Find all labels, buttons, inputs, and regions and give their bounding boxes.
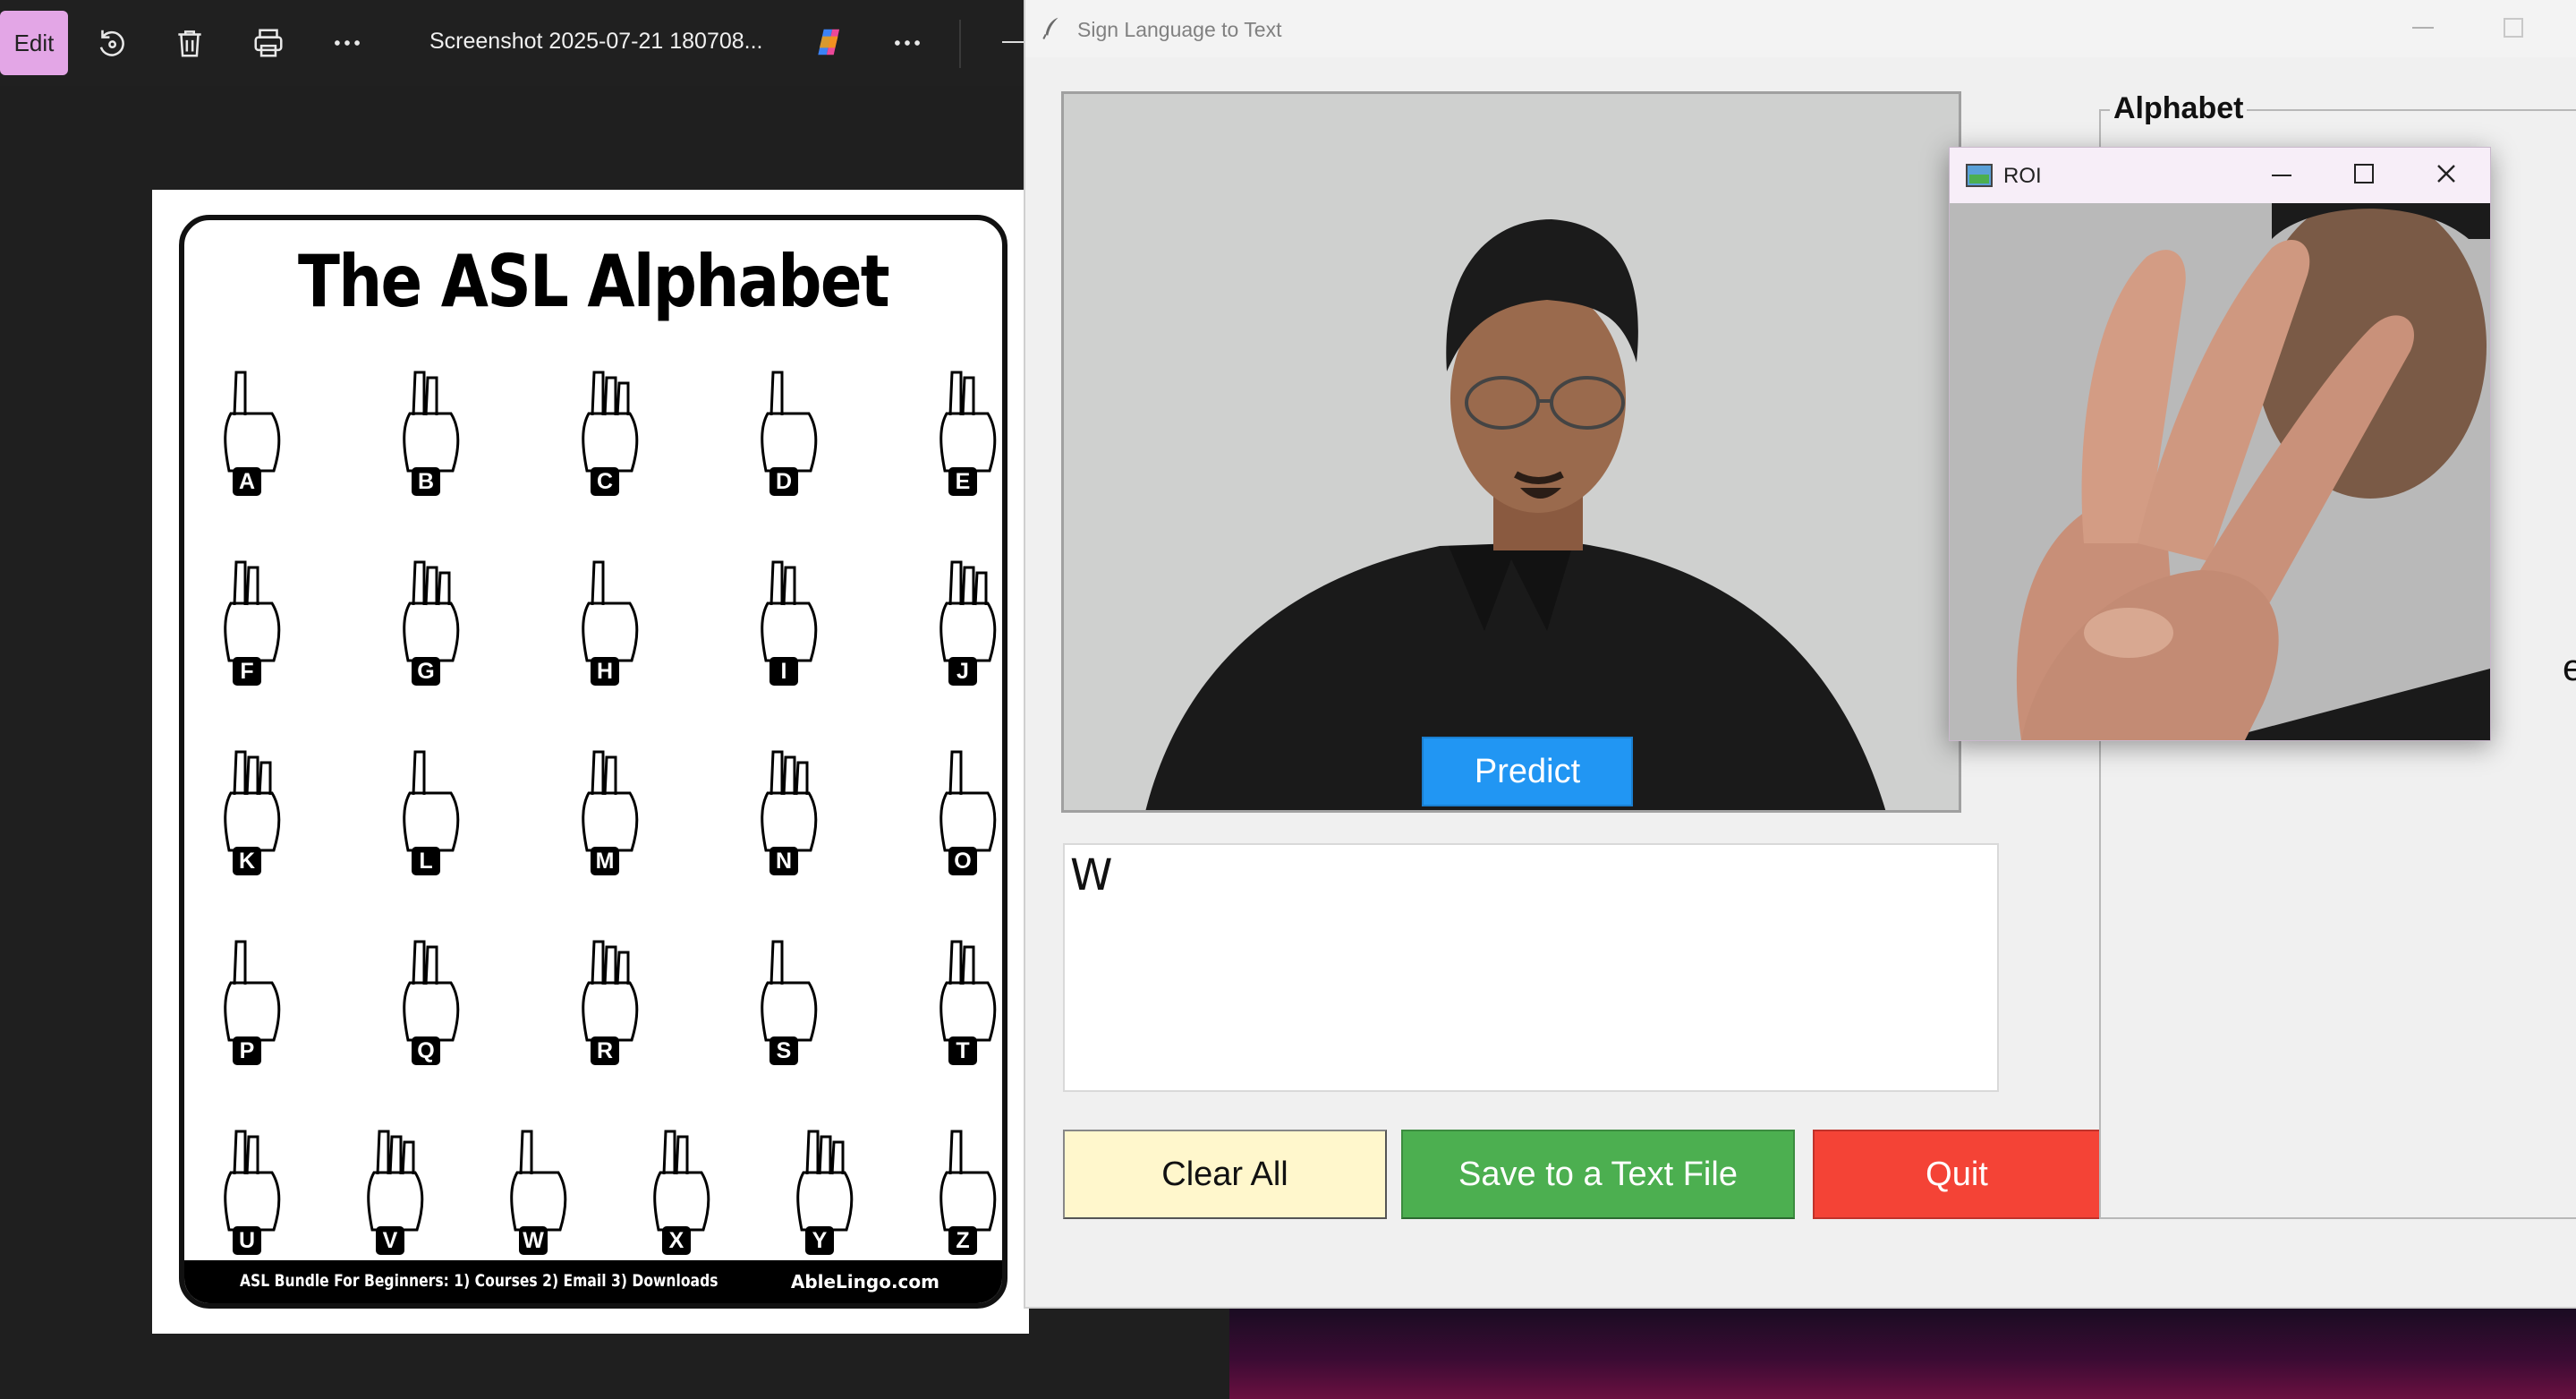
asl-letter-label: K [233, 847, 261, 875]
roi-maximize-icon[interactable] [2354, 164, 2374, 183]
asl-sign-r: R [560, 924, 659, 1067]
roi-window: ROI [1949, 147, 2491, 741]
asl-sign-b: B [381, 354, 480, 498]
more-icon[interactable] [326, 21, 369, 64]
asl-letter-label: X [662, 1226, 691, 1255]
predict-button[interactable]: Predict [1422, 737, 1633, 806]
asl-letter-label: S [769, 1036, 798, 1065]
asl-sign-o: O [918, 734, 1002, 877]
clear-all-button[interactable]: Clear All [1063, 1130, 1387, 1219]
asl-letter-label: U [233, 1226, 261, 1255]
asl-sign-e: E [918, 354, 1002, 498]
asl-letter-label: L [412, 847, 440, 875]
asl-letter-label: T [948, 1036, 977, 1065]
asl-letter-label: M [591, 847, 619, 875]
asl-sign-q: Q [381, 924, 480, 1067]
print-icon[interactable] [247, 21, 290, 64]
asl-sign-t: T [918, 924, 1002, 1067]
asl-letter-label: W [519, 1226, 548, 1255]
roi-hand-feed [1950, 203, 2490, 740]
footer-bundle-text: ASL Bundle For Beginners: 1) Courses 2) … [240, 1271, 718, 1291]
asl-letter-label: Q [412, 1036, 440, 1065]
asl-letter-label: E [948, 467, 977, 496]
asl-sign-w: W [489, 1113, 587, 1257]
viewer-toolbar: Edit Screenshot 2025-07-21 180708... [0, 0, 1038, 86]
trash-icon[interactable] [168, 21, 211, 64]
asl-sign-m: M [560, 734, 659, 877]
minimize-icon[interactable] [2412, 27, 2434, 29]
asl-letter-label: O [948, 847, 977, 875]
feather-icon [1042, 17, 1058, 39]
desktop-wallpaper [1229, 1309, 2576, 1399]
roi-titlebar: ROI [1950, 148, 2490, 203]
roi-close-icon[interactable] [2433, 160, 2460, 187]
asl-sign-u: U [202, 1113, 301, 1257]
footer-site-text: AbleLingo.com [790, 1271, 939, 1292]
quit-button[interactable]: Quit [1813, 1130, 2101, 1219]
maximize-icon[interactable] [2504, 18, 2523, 38]
viewer-file-title: Screenshot 2025-07-21 180708... [429, 29, 763, 54]
rotate-icon[interactable] [89, 21, 132, 64]
asl-sign-k: K [202, 734, 301, 877]
asl-sign-l: L [381, 734, 480, 877]
asl-letter-label: C [591, 467, 619, 496]
asl-sign-z: Z [918, 1113, 1002, 1257]
window-titlebar: Sign Language to Text [1025, 0, 2576, 57]
asl-sign-n: N [739, 734, 837, 877]
alphabet-text-fragment: e] [2563, 646, 2576, 688]
asl-letter-label: H [591, 657, 619, 686]
copilot-icon[interactable] [812, 25, 846, 59]
asl-chart-title: The ASL Alphabet [298, 240, 890, 323]
image-icon [1966, 164, 1993, 187]
asl-letter-label: B [412, 467, 440, 496]
asl-sign-a: A [202, 354, 301, 498]
asl-letter-label: D [769, 467, 798, 496]
asl-letter-label: V [376, 1226, 404, 1255]
asl-letter-label: P [233, 1036, 261, 1065]
asl-chart-image: The ASL Alphabet A B C D E F G H I J K L M N O P Q R S T U V W… [152, 190, 1029, 1334]
viewer-minimize-icon[interactable] [1002, 41, 1025, 43]
asl-sign-j: J [918, 544, 1002, 687]
asl-sign-g: G [381, 544, 480, 687]
asl-letter-label: F [233, 657, 261, 686]
asl-letter-label: Z [948, 1226, 977, 1255]
asl-sign-d: D [739, 354, 837, 498]
asl-sign-c: C [560, 354, 659, 498]
asl-letter-label: R [591, 1036, 619, 1065]
asl-letter-label: N [769, 847, 798, 875]
asl-letter-label: G [412, 657, 440, 686]
asl-letter-label: A [233, 467, 261, 496]
window-title: Sign Language to Text [1077, 18, 1282, 41]
asl-letter-label: Y [805, 1226, 834, 1255]
toolbar-separator [959, 20, 961, 68]
webcam-feed: Predict [1061, 91, 1961, 813]
asl-sign-h: H [560, 544, 659, 687]
prediction-textbox[interactable]: W [1063, 843, 1999, 1092]
roi-minimize-icon[interactable] [2272, 175, 2291, 176]
more-icon[interactable] [886, 21, 929, 64]
asl-sign-v: V [345, 1113, 444, 1257]
edit-button[interactable]: Edit [0, 11, 68, 75]
asl-sign-s: S [739, 924, 837, 1067]
asl-chart-frame: The ASL Alphabet A B C D E F G H I J K L M N O P Q R S T U V W… [179, 215, 1007, 1309]
webcam-person-image [1064, 94, 1959, 810]
asl-sign-y: Y [775, 1113, 873, 1257]
asl-sign-f: F [202, 544, 301, 687]
asl-letter-label: J [948, 657, 977, 686]
roi-hand-image [1950, 203, 2490, 740]
alphabet-label: Alphabet [2110, 91, 2248, 126]
asl-letter-label: I [769, 657, 798, 686]
asl-chart-footer: ASL Bundle For Beginners: 1) Courses 2) … [184, 1260, 1002, 1303]
asl-sign-p: P [202, 924, 301, 1067]
roi-title: ROI [2003, 164, 2042, 188]
asl-sign-x: X [632, 1113, 730, 1257]
asl-sign-i: I [739, 544, 837, 687]
save-to-file-button[interactable]: Save to a Text File [1401, 1130, 1795, 1219]
